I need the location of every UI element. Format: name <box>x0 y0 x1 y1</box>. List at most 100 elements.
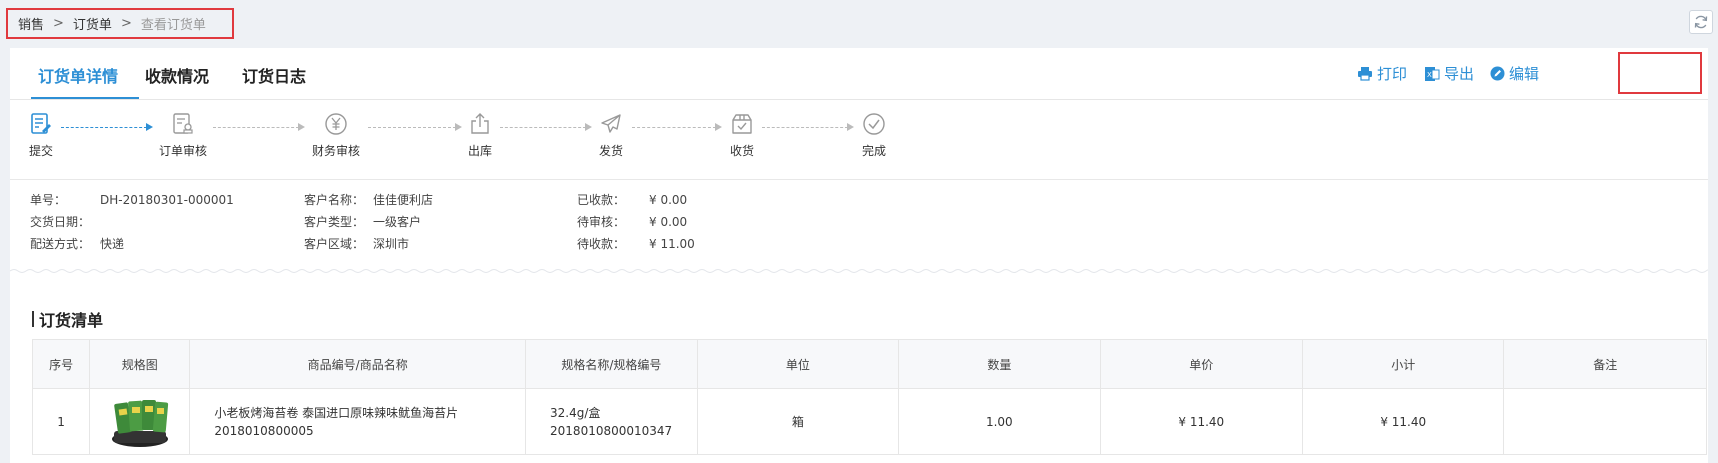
step-label: 完成 <box>861 144 886 158</box>
tab-order-log[interactable]: 订货日志 <box>242 63 306 87</box>
step-receive: 收货 <box>712 112 772 159</box>
edit-label: 编辑 <box>1509 65 1540 83</box>
step-complete: 完成 <box>844 112 904 159</box>
order-list-title: 订货清单 <box>32 307 103 331</box>
spec-name: 32.4g/盒 <box>550 405 601 420</box>
product-name: 小老板烤海苔卷 泰国进口原味辣味鱿鱼海苔片 <box>214 405 459 420</box>
breadcrumb-item-sales[interactable]: 销售 <box>18 14 44 33</box>
submit-icon <box>31 113 51 134</box>
edit-highlight <box>1618 52 1702 94</box>
step-label: 出库 <box>467 144 492 158</box>
unit-cell: 箱 <box>696 388 900 455</box>
shipping-method-row: 配送方式： 快递 <box>30 235 124 252</box>
customer-region-value: 深圳市 <box>373 237 410 251</box>
edit-button[interactable]: 编辑 <box>1490 63 1539 84</box>
step-finance-review: 财务审核 <box>306 112 366 159</box>
received-value: ¥ 0.00 <box>649 193 688 207</box>
to-collect-label: 待收款： <box>577 237 626 251</box>
step-arrow <box>146 123 153 131</box>
pending-review-row: 待审核： ¥ 0.00 <box>577 213 687 230</box>
pending-review-value: ¥ 0.00 <box>649 215 688 229</box>
edit-pencil-icon <box>1490 66 1505 81</box>
pending-review-label: 待审核： <box>577 215 626 229</box>
breadcrumb-item-orders[interactable]: 订货单 <box>73 14 112 33</box>
step-submit: 提交 <box>11 112 71 159</box>
customer-name-value: 佳佳便利店 <box>373 193 434 207</box>
step-outbound: 出库 <box>450 112 510 159</box>
column-header-quantity: 数量 <box>898 339 1101 389</box>
order-items-table: 序号 规格图 商品编号/商品名称 规格名称/规格编号 单位 数量 单价 小计 备… <box>31 339 1707 455</box>
product-code: 2018010800005 <box>214 423 314 438</box>
step-label: 财务审核 <box>311 144 360 158</box>
order-info: 单号： DH-20180301-000001 交货日期： 配送方式： 快递 客户名称… <box>10 180 1708 273</box>
chevron-right-icon: > <box>53 16 64 31</box>
export-button[interactable]: X 导出 <box>1424 63 1474 84</box>
shipping-method-label: 配送方式： <box>30 237 91 251</box>
customer-name-row: 客户名称： 佳佳便利店 <box>304 191 433 208</box>
step-order-review: 订单审核 <box>153 112 213 159</box>
column-header-subtotal: 小计 <box>1302 339 1505 389</box>
breadcrumb: 销售 > 订货单 > 查看订货单 <box>6 8 234 39</box>
product-thumbnail[interactable] <box>110 395 170 449</box>
delivery-date-label: 交货日期： <box>30 215 91 229</box>
customer-region-row: 客户区域： 深圳市 <box>304 235 409 252</box>
customer-type-row: 客户类型： 一级客户 <box>304 213 421 230</box>
tab-order-details[interactable]: 订货单详情 <box>38 63 118 87</box>
table-header-row: 序号 规格图 商品编号/商品名称 规格名称/规格编号 单位 数量 单价 小计 备… <box>31 339 1707 389</box>
price-cell: ¥ 11.40 <box>1099 388 1304 455</box>
step-connector <box>500 127 586 128</box>
wavy-divider <box>10 269 1708 273</box>
table-row: 1 小老板烤海苔卷 泰国进口原味辣味鱿鱼海苔片 2018010800005 32… <box>31 388 1707 455</box>
active-tab-indicator <box>31 97 139 99</box>
spec-cell: 32.4g/盒 2018010800010347 <box>525 388 698 455</box>
refresh-button[interactable] <box>1689 10 1713 34</box>
printer-icon <box>1358 67 1372 81</box>
tab-payment-status[interactable]: 收款情况 <box>145 63 209 87</box>
ship-icon <box>601 114 621 133</box>
order-list-title-text: 订货清单 <box>39 311 104 330</box>
spec-code: 2018010800010347 <box>550 423 673 438</box>
excel-export-icon: X <box>1425 66 1440 81</box>
order-number-label: 单号： <box>30 193 67 207</box>
quantity-cell: 1.00 <box>898 388 1101 455</box>
step-label: 订单审核 <box>158 144 207 158</box>
delivery-date-row: 交货日期： <box>30 213 100 230</box>
column-header-unit: 单位 <box>696 339 900 389</box>
step-connector <box>632 127 716 128</box>
step-arrow <box>298 123 305 131</box>
remark-cell <box>1503 388 1707 455</box>
print-label: 打印 <box>1377 65 1408 83</box>
breadcrumb-item-current: 查看订货单 <box>140 18 206 33</box>
step-label: 发货 <box>598 144 623 158</box>
tab-bar: 订货单详情 收款情况 订货日志 打印 X 导出 编辑 <box>10 48 1708 100</box>
received-row: 已收款： ¥ 0.00 <box>577 191 687 208</box>
product-thumbnail-cell <box>89 388 191 455</box>
print-button[interactable]: 打印 <box>1357 63 1407 84</box>
customer-region-label: 客户区域： <box>304 237 365 251</box>
step-label: 提交 <box>28 144 53 158</box>
to-collect-row: 待收款： ¥ 11.00 <box>577 235 695 252</box>
step-connector <box>368 127 456 128</box>
step-ship: 发货 <box>581 112 641 159</box>
step-connector <box>762 127 848 128</box>
title-bar <box>32 311 34 327</box>
step-label: 收货 <box>729 144 754 158</box>
receive-icon <box>732 114 752 134</box>
to-collect-value: ¥ 11.00 <box>649 237 695 251</box>
refresh-icon <box>1694 15 1708 29</box>
customer-type-value: 一级客户 <box>373 215 422 229</box>
customer-name-label: 客户名称： <box>304 193 365 207</box>
order-number-value: DH-20180301-000001 <box>100 193 234 207</box>
column-header-index: 序号 <box>31 339 91 389</box>
order-detail-card: 订货单详情 收款情况 订货日志 打印 X 导出 编辑 提交 订单审核 财务审核 … <box>10 48 1708 463</box>
step-connector <box>213 127 299 128</box>
svg-text:X: X <box>1427 71 1432 79</box>
column-header-price: 单价 <box>1099 339 1304 389</box>
received-label: 已收款： <box>577 193 626 207</box>
column-header-image: 规格图 <box>89 339 191 389</box>
shipping-method-value: 快递 <box>100 237 125 251</box>
column-header-product: 商品编号/商品名称 <box>189 339 527 389</box>
order-progress-steps: 提交 订单审核 财务审核 出库 发货 收货 完成 <box>10 100 1708 180</box>
customer-type-label: 客户类型： <box>304 215 365 229</box>
column-header-remark: 备注 <box>1503 339 1707 389</box>
